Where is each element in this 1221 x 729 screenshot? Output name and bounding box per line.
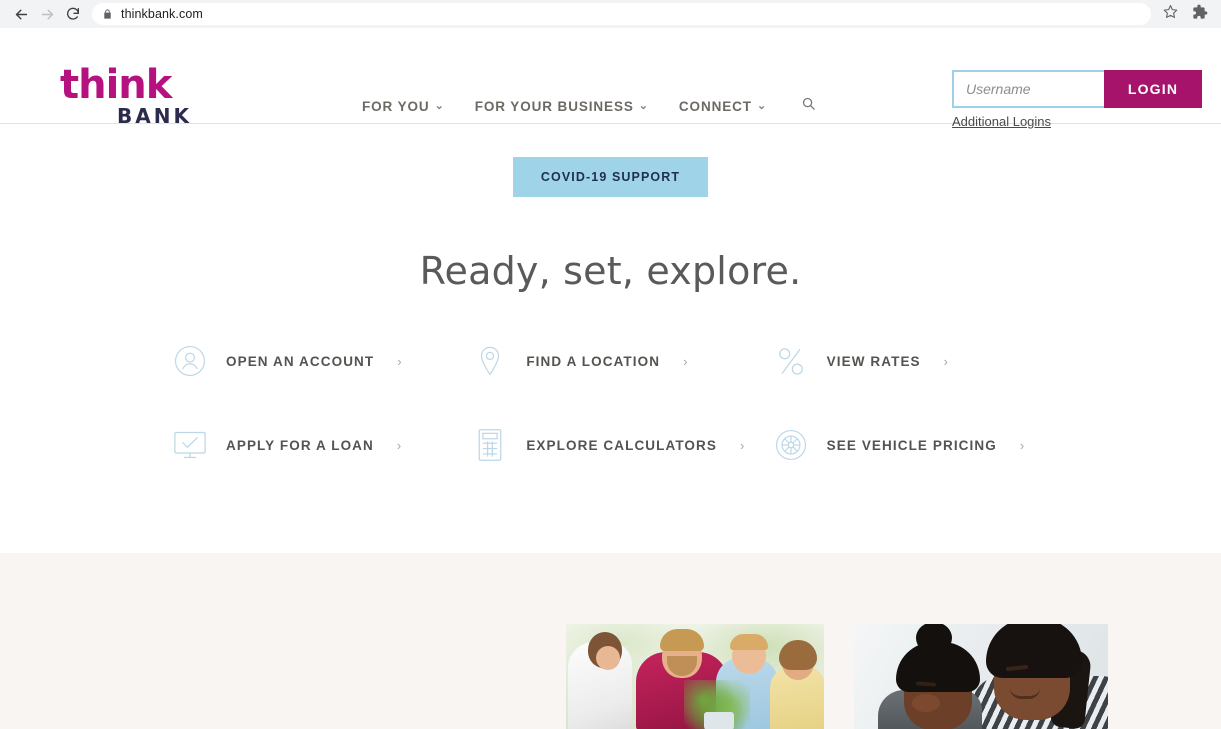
quick-link-apply-for-a-loan[interactable]: APPLY FOR A LOAN › xyxy=(170,425,470,465)
lock-icon xyxy=(102,8,113,20)
quick-link-label: SEE VEHICLE PRICING xyxy=(826,437,997,453)
user-circle-icon xyxy=(170,341,210,381)
nav-item-for-you[interactable]: FOR YOU ⌄ xyxy=(362,99,445,114)
address-bar[interactable]: thinkbank.com xyxy=(92,3,1151,25)
url-text: thinkbank.com xyxy=(121,7,203,21)
quick-link-label: APPLY FOR A LOAN xyxy=(226,437,374,453)
percent-icon xyxy=(771,341,811,381)
quick-link-label: OPEN AN ACCOUNT xyxy=(226,353,375,369)
site-header: think BANK FOR YOU ⌄ FOR YOUR BUSINESS ⌄… xyxy=(0,28,1221,129)
chevron-right-icon: › xyxy=(397,353,402,369)
quick-link-label: FIND A LOCATION xyxy=(526,353,661,369)
login-area: LOGIN Additional Logins xyxy=(952,70,1207,131)
nav-label: CONNECT xyxy=(678,98,752,114)
quick-link-label: EXPLORE CALCULATORS xyxy=(526,437,717,453)
forward-arrow-icon xyxy=(39,6,56,23)
quick-links-grid: OPEN AN ACCOUNT › FIND A LOCATION › VIEW… xyxy=(0,341,1221,465)
quick-link-view-rates[interactable]: VIEW RATES › xyxy=(771,341,1071,381)
chevron-down-icon: ⌄ xyxy=(638,99,649,112)
nav-label: FOR YOUR BUSINESS xyxy=(474,98,634,114)
main-navigation: FOR YOU ⌄ FOR YOUR BUSINESS ⌄ CONNECT ⌄ xyxy=(362,96,816,116)
quick-link-see-vehicle-pricing[interactable]: SEE VEHICLE PRICING › xyxy=(771,425,1071,465)
chevron-right-icon: › xyxy=(683,353,688,369)
reload-icon xyxy=(65,6,81,22)
page-title: Ready, set, explore. xyxy=(419,249,802,293)
feature-photo-family-gardening[interactable] xyxy=(566,624,824,729)
monitor-check-icon xyxy=(170,425,210,465)
feature-photo-mother-daughter[interactable] xyxy=(854,624,1108,729)
quick-link-open-an-account[interactable]: OPEN AN ACCOUNT › xyxy=(170,341,470,381)
chevron-right-icon: › xyxy=(1019,437,1025,453)
chevron-right-icon: › xyxy=(396,437,402,453)
chevron-down-icon: ⌄ xyxy=(756,99,768,112)
nav-item-for-your-business[interactable]: FOR YOUR BUSINESS ⌄ xyxy=(475,99,649,114)
quick-link-explore-calculators[interactable]: EXPLORE CALCULATORS › xyxy=(470,425,770,465)
map-pin-icon xyxy=(470,341,510,381)
wheel-icon xyxy=(771,425,811,465)
login-button[interactable]: LOGIN xyxy=(1104,70,1202,108)
feature-section xyxy=(0,553,1221,729)
chevron-right-icon: › xyxy=(740,437,745,453)
chevron-down-icon: ⌄ xyxy=(434,99,445,112)
puzzle-piece-icon xyxy=(1192,4,1208,25)
nav-label: FOR YOU xyxy=(362,98,430,114)
extensions-button[interactable] xyxy=(1187,1,1213,27)
calculator-icon xyxy=(470,425,510,465)
username-input[interactable] xyxy=(952,70,1104,108)
reload-button[interactable] xyxy=(60,1,86,27)
additional-logins-link[interactable]: Additional Logins xyxy=(952,114,1051,129)
search-icon xyxy=(801,96,816,116)
browser-actions xyxy=(1157,1,1213,27)
logo-think-text: think xyxy=(60,62,172,108)
nav-item-connect[interactable]: CONNECT ⌄ xyxy=(679,99,767,114)
quick-link-label: VIEW RATES xyxy=(826,353,921,369)
hero-section: COVID-19 SUPPORT Ready, set, explore. OP… xyxy=(0,124,1221,465)
bookmark-button[interactable] xyxy=(1157,1,1183,27)
site-logo[interactable]: think BANK xyxy=(60,62,192,128)
browser-toolbar: thinkbank.com xyxy=(0,0,1221,28)
forward-button[interactable] xyxy=(34,1,60,27)
search-button[interactable] xyxy=(801,96,816,116)
back-arrow-icon xyxy=(13,6,30,23)
covid-support-button[interactable]: COVID-19 SUPPORT xyxy=(512,157,709,197)
quick-link-find-a-location[interactable]: FIND A LOCATION › xyxy=(470,341,770,381)
star-icon xyxy=(1163,4,1178,24)
back-button[interactable] xyxy=(8,1,34,27)
chevron-right-icon: › xyxy=(943,353,949,369)
